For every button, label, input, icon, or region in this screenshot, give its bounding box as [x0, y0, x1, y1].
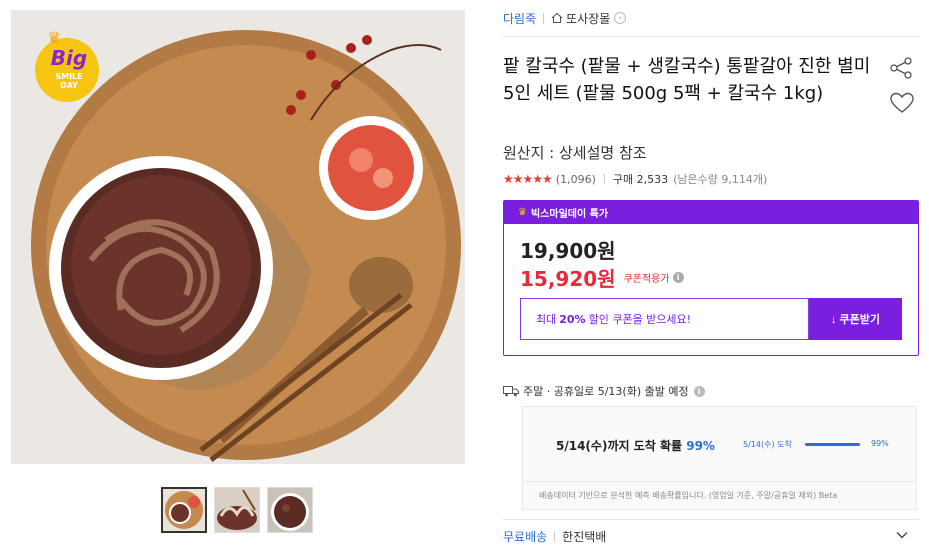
thumbnail-2[interactable] — [214, 487, 260, 533]
badge-smile-day-text: SMILE DAY — [37, 72, 101, 90]
divider — [523, 481, 916, 482]
thumbnail-2-image — [215, 488, 259, 532]
crown-icon: ♛ — [47, 28, 62, 47]
forecast-main-label: 5/14(수)까지 도착 확률 — [556, 439, 683, 453]
separator — [554, 531, 556, 542]
truck-icon — [503, 386, 519, 397]
breadcrumb-separator — [543, 12, 545, 24]
thumbnail-1[interactable] — [161, 487, 207, 533]
coupon-applied-label: 쿠폰적용가 — [623, 274, 670, 285]
heart-icon[interactable] — [889, 91, 915, 115]
thumbnail-3[interactable] — [267, 487, 313, 533]
thumbnail-strip — [161, 487, 313, 533]
info-icon[interactable]: i — [672, 272, 684, 283]
delivery-forecast-box: 5/14(수)까지 도착 확률 99% 5/14(수) 도착 99% 배송데이터… — [522, 406, 917, 510]
store-link[interactable]: 또사장몰 — [566, 10, 610, 27]
purchase-count: 구매 2,533 — [612, 173, 669, 186]
product-title: 팥 칼국수 (팥물 + 생칼국수) 통팥갈아 진한 별미 5인 세트 (팥물 5… — [503, 56, 871, 104]
free-shipping-row: 무료배송 한진택배 — [503, 528, 606, 545]
badge-smile-text: SMILE — [55, 72, 83, 81]
forecast-note: 배송데이터 기반으로 분석한 예측 배송확률입니다. (영업일 기준, 주말/공… — [539, 491, 838, 500]
coupon-message[interactable]: 최대 20% 할인 쿠폰을 받으세요! — [520, 298, 809, 340]
product-info-panel: 다림죽 또사장몰 › 팥 칼국수 (팥물 + 생칼국수) 통팥갈아 진한 별미 … — [503, 0, 919, 553]
sale-price: 15,920원 — [520, 267, 616, 291]
origin-info: 원산지 : 상세설명 참조 — [503, 144, 647, 162]
breadcrumb: 다림죽 또사장몰 › — [503, 10, 627, 27]
rating-separator — [603, 174, 605, 184]
thumbnail-3-image — [268, 488, 312, 532]
shipping-schedule-text: 주말 · 공휴일로 5/13(화) 출발 예정 — [523, 385, 689, 398]
coupon-message-prefix: 최대 — [536, 313, 557, 326]
promo-label: 빅스마일데이 특가 — [530, 209, 609, 220]
forecast-probability: 99% — [686, 439, 715, 453]
badge-big-text: Big — [50, 46, 88, 70]
free-shipping-label: 무료배송 — [503, 530, 548, 544]
share-icon[interactable] — [889, 57, 913, 79]
courier-name: 한진택배 — [562, 530, 607, 544]
remaining-stock: (남은수량 9,114개) — [673, 173, 768, 186]
badge-day-text: DAY — [60, 81, 78, 90]
forecast-progress-fill — [805, 443, 861, 446]
big-smile-day-badge: ♛ Big SMILE DAY — [33, 28, 105, 102]
home-icon — [551, 12, 563, 24]
seller-link[interactable]: 다림죽 — [503, 10, 536, 27]
info-icon[interactable]: i — [693, 385, 705, 397]
shipping-schedule: 주말 · 공휴일로 5/13(화) 출발 예정 i — [503, 383, 705, 399]
forecast-progress-bar — [805, 443, 861, 446]
star-rating-icon: ★★★★★ — [503, 172, 553, 186]
forecast-main-text: 5/14(수)까지 도착 확률 99% — [556, 437, 715, 454]
crown-icon: ♛ — [518, 207, 527, 218]
price-box: ♛ 빅스마일데이 특가 19,900원 15,920원 쿠폰적용가 i 최대 2… — [503, 200, 919, 356]
coupon-message-pct: 20% — [559, 312, 586, 326]
coupon-message-suffix: 할인 쿠폰을 받으세요! — [588, 313, 692, 326]
forecast-date: 5/14(수) 도착 — [743, 440, 792, 449]
review-count[interactable]: (1,096) — [556, 173, 596, 186]
divider — [503, 36, 919, 37]
sale-price-row: 15,920원 쿠폰적용가 i — [520, 263, 684, 292]
rating-row: ★★★★★ (1,096) 구매 2,533 (남은수량 9,114개) — [503, 171, 767, 187]
thumbnail-1-image — [163, 489, 205, 531]
chevron-down-icon[interactable] — [895, 528, 909, 542]
product-main-image: ♛ Big SMILE DAY — [11, 10, 465, 464]
store-arrow-icon[interactable]: › — [614, 12, 627, 24]
get-coupon-button[interactable]: ↓ 쿠폰받기 — [809, 298, 902, 340]
divider — [503, 519, 919, 520]
forecast-bar-percent: 99% — [871, 439, 889, 448]
original-price: 19,900원 — [520, 239, 616, 263]
price-box-header: ♛ 빅스마일데이 특가 — [504, 201, 918, 224]
